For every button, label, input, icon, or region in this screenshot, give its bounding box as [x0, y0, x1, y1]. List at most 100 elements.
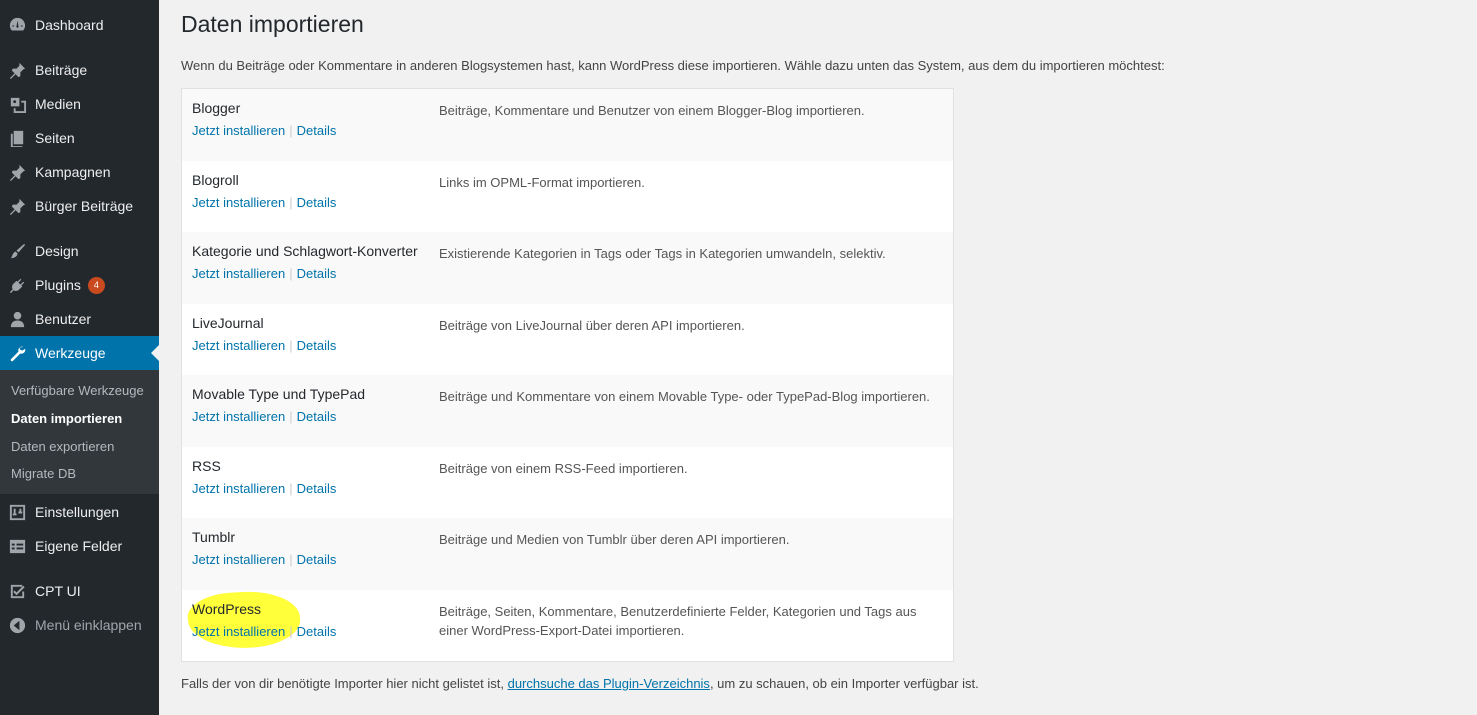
- install-now-link[interactable]: Jetzt installieren: [192, 266, 285, 281]
- menu-beitraege[interactable]: Beiträge: [0, 53, 159, 87]
- importer-name: LiveJournal: [192, 314, 264, 331]
- details-link[interactable]: Details: [297, 195, 337, 210]
- importer-row: Tumblr Jetzt installieren | Details Beiträge…: [182, 518, 953, 590]
- importer-actions: Jetzt installieren | Details: [192, 409, 336, 424]
- pin-icon: [0, 163, 35, 182]
- importer-actions: Jetzt installieren | Details: [192, 552, 336, 567]
- checkbox-icon: [0, 582, 35, 601]
- submenu-daten-importieren[interactable]: Daten importieren: [11, 411, 122, 426]
- plugin-directory-link[interactable]: durchsuche das Plugin-Verzeichnis: [508, 676, 710, 691]
- collapse-menu-button[interactable]: Menü einklappen: [0, 608, 159, 642]
- pin-icon: [0, 61, 35, 80]
- action-separator: |: [289, 480, 293, 496]
- importer-actions: Jetzt installieren | Details: [192, 195, 336, 210]
- submenu-daten-exportieren[interactable]: Daten exportieren: [11, 439, 114, 454]
- details-link[interactable]: Details: [297, 552, 337, 567]
- install-now-link[interactable]: Jetzt installieren: [192, 624, 285, 639]
- menu-kampagnen[interactable]: Kampagnen: [0, 155, 159, 189]
- settings-icon: [0, 503, 35, 522]
- menu-label: CPT UI: [35, 583, 81, 599]
- menu-label: Einstellungen: [35, 504, 120, 520]
- highlighter-mark: [186, 588, 302, 651]
- menu-einstellungen[interactable]: Einstellungen: [0, 495, 159, 529]
- action-separator: |: [289, 623, 293, 639]
- menu-label: Eigene Felder: [35, 538, 123, 554]
- page-title: Daten importieren: [181, 11, 364, 37]
- menu-label: Seiten: [35, 130, 75, 146]
- details-link[interactable]: Details: [297, 481, 337, 496]
- footer-text-before: Falls der von dir benötigte Importer hie…: [181, 676, 508, 691]
- plugin-icon: [0, 276, 35, 295]
- install-now-link[interactable]: Jetzt installieren: [192, 338, 285, 353]
- importers-table: Blogger Jetzt installieren | Details Beiträg…: [181, 88, 954, 662]
- importer-actions: Jetzt installieren | Details: [192, 338, 336, 353]
- wrench-icon: [0, 344, 35, 363]
- importer-row: Blogger Jetzt installieren | Details Beiträg…: [182, 89, 953, 161]
- werkzeuge-submenu: Verfügbare Werkzeuge Daten importieren D…: [0, 370, 159, 494]
- menu-cpt-ui[interactable]: CPT UI: [0, 574, 159, 608]
- brush-icon: [0, 242, 35, 261]
- install-now-link[interactable]: Jetzt installieren: [192, 552, 285, 567]
- submenu-verfuegbare-werkzeuge[interactable]: Verfügbare Werkzeuge: [11, 383, 144, 398]
- details-link[interactable]: Details: [297, 338, 337, 353]
- install-now-link[interactable]: Jetzt installieren: [192, 409, 285, 424]
- menu-label: Kampagnen: [35, 164, 111, 180]
- importer-row: Kategorie und Schlagwort-Konverter Jetzt …: [182, 232, 953, 304]
- importer-actions: Jetzt installieren | Details: [192, 481, 336, 496]
- importer-description: Links im OPML-Format importieren.: [439, 174, 645, 190]
- install-now-link[interactable]: Jetzt installieren: [192, 481, 285, 496]
- action-separator: |: [289, 194, 293, 210]
- importer-name: WordPress: [192, 600, 261, 617]
- importer-row: Movable Type und TypePad Jetzt installier…: [182, 375, 953, 447]
- details-link[interactable]: Details: [297, 123, 337, 138]
- menu-buerger-beitraege[interactable]: Bürger Beiträge: [0, 189, 159, 223]
- install-now-link[interactable]: Jetzt installieren: [192, 123, 285, 138]
- footer-note: Falls der von dir benötigte Importer hie…: [181, 676, 979, 691]
- importer-name: Blogroll: [192, 171, 239, 188]
- install-now-link[interactable]: Jetzt installieren: [192, 195, 285, 210]
- importer-row: Blogroll Jetzt installieren | Details Links …: [182, 161, 953, 233]
- importer-name: RSS: [192, 457, 221, 474]
- importer-name: Movable Type und TypePad: [192, 386, 366, 402]
- action-separator: |: [289, 409, 293, 424]
- details-link[interactable]: Details: [297, 624, 337, 639]
- update-count-badge: 4: [87, 276, 105, 294]
- importer-description: Beiträge, Seiten, Kommentare, Benutzerde…: [439, 603, 917, 638]
- footer-text-after: , um zu schauen, ob ein Importer verfügb…: [709, 676, 979, 691]
- intro-text: Wenn du Beiträge oder Kommentare in ande…: [181, 58, 1165, 73]
- menu-label: Bürger Beiträge: [35, 198, 134, 214]
- menu-design[interactable]: Design: [0, 234, 159, 268]
- menu-label: Medien: [35, 96, 81, 112]
- importer-description: Beiträge und Kommentare von einem Movabl…: [439, 389, 930, 404]
- importer-description: Beiträge von einem RSS-Feed importieren.: [439, 460, 688, 476]
- importer-actions: Jetzt installieren | Details: [192, 624, 336, 639]
- menu-label: Dashboard: [35, 17, 104, 33]
- menu-eigene-felder[interactable]: Eigene Felder: [0, 529, 159, 563]
- action-separator: |: [289, 266, 293, 281]
- menu-seiten[interactable]: Seiten: [0, 121, 159, 155]
- dashboard-icon: [0, 16, 35, 35]
- importer-name: Tumblr: [192, 529, 236, 545]
- pin-icon: [0, 197, 35, 216]
- collapse-label: Menü einklappen: [35, 617, 142, 633]
- action-separator: |: [289, 552, 293, 567]
- menu-plugins[interactable]: Plugins 4: [0, 268, 159, 302]
- importer-actions: Jetzt installieren | Details: [192, 123, 336, 138]
- importer-name: Blogger: [192, 100, 241, 116]
- details-link[interactable]: Details: [297, 409, 337, 424]
- menu-dashboard[interactable]: Dashboard: [0, 8, 159, 42]
- table-icon: [0, 537, 35, 556]
- importer-row: WordPress Jetzt installieren | Details Beitr…: [182, 588, 953, 662]
- submenu-migrate-db[interactable]: Migrate DB: [11, 466, 76, 481]
- menu-werkzeuge[interactable]: Werkzeuge: [0, 336, 159, 370]
- pages-icon: [0, 129, 35, 148]
- collapse-arrow-icon: [0, 616, 35, 635]
- menu-benutzer[interactable]: Benutzer: [0, 302, 159, 336]
- importer-row: LiveJournal Jetzt installieren | Details Bei…: [182, 304, 953, 376]
- importer-description: Beiträge von LiveJournal über deren API …: [439, 317, 745, 333]
- menu-label: Benutzer: [35, 311, 92, 327]
- details-link[interactable]: Details: [297, 266, 337, 281]
- importer-actions: Jetzt installieren | Details: [192, 266, 336, 281]
- action-separator: |: [289, 337, 293, 353]
- menu-medien[interactable]: Medien: [0, 87, 159, 121]
